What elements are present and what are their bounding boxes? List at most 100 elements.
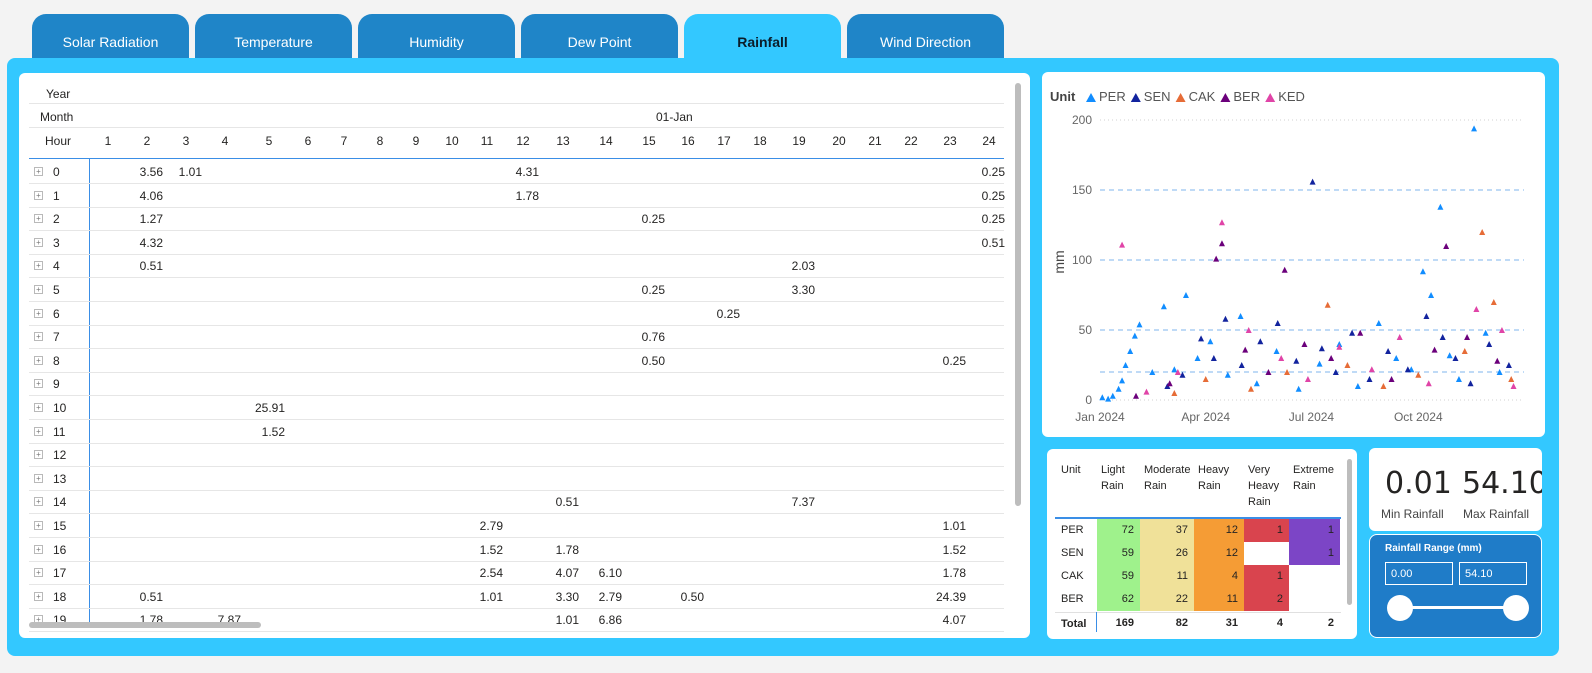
expand-icon[interactable]: + bbox=[34, 237, 43, 247]
y-tick-label: 200 bbox=[1072, 113, 1092, 127]
expand-icon[interactable]: + bbox=[34, 214, 43, 224]
expand-icon[interactable]: + bbox=[34, 473, 43, 483]
expand-icon[interactable]: + bbox=[34, 379, 43, 389]
day-column-header: 6 bbox=[304, 134, 312, 148]
data-point-sen bbox=[1309, 178, 1316, 185]
data-point-per bbox=[1122, 362, 1129, 368]
min-range-input[interactable] bbox=[1385, 562, 1453, 585]
expand-icon[interactable]: + bbox=[34, 568, 43, 578]
vertical-scrollbar[interactable] bbox=[1347, 459, 1352, 605]
matrix-cell: 4.31 bbox=[515, 165, 539, 179]
matrix-cell: 0.50 bbox=[641, 353, 665, 368]
data-point-per bbox=[1446, 352, 1453, 359]
expand-icon[interactable]: + bbox=[34, 521, 43, 530]
expand-icon[interactable]: + bbox=[34, 285, 43, 294]
tab-wind-direction[interactable]: Wind Direction bbox=[847, 14, 1004, 60]
expand-icon[interactable]: + bbox=[34, 426, 43, 436]
data-point-cak bbox=[1490, 299, 1497, 305]
hour-label: 15 bbox=[53, 519, 67, 533]
category-count-cell: 11 bbox=[1140, 565, 1194, 588]
data-point-ber bbox=[1133, 392, 1140, 399]
expand-icon[interactable]: + bbox=[34, 497, 43, 507]
legend-marker-cak-icon bbox=[1175, 93, 1186, 102]
matrix-cell: 1.52 bbox=[479, 542, 503, 557]
slider-track[interactable] bbox=[1400, 606, 1518, 609]
expand-icon[interactable]: + bbox=[34, 167, 43, 176]
tab-humidity[interactable]: Humidity bbox=[358, 14, 515, 60]
expand-icon[interactable]: + bbox=[34, 403, 43, 412]
tab-dew-point[interactable]: Dew Point bbox=[521, 14, 678, 60]
row-divider bbox=[29, 301, 1004, 302]
total-cell: 31 bbox=[1225, 617, 1238, 629]
divider bbox=[29, 127, 1004, 128]
category-count-cell: 1 bbox=[1244, 519, 1289, 542]
expand-icon[interactable]: + bbox=[34, 332, 43, 342]
matrix-cell: 1.78 bbox=[942, 566, 966, 581]
matrix-cell: 2.03 bbox=[791, 259, 815, 274]
data-point-per bbox=[1375, 320, 1382, 326]
rainfall-range-slicer[interactable]: Rainfall Range (mm) bbox=[1369, 534, 1542, 638]
tab-temperature[interactable]: Temperature bbox=[195, 14, 352, 60]
matrix-cell: 1.01 bbox=[942, 519, 966, 533]
data-point-ber bbox=[1494, 357, 1501, 364]
hour-label: 11 bbox=[53, 424, 66, 439]
vertical-scrollbar[interactable] bbox=[1015, 83, 1021, 506]
hour-label: 16 bbox=[53, 542, 67, 557]
unit-label: CAK bbox=[1061, 570, 1084, 582]
expand-icon[interactable]: + bbox=[34, 450, 43, 460]
max-range-input[interactable] bbox=[1459, 562, 1527, 585]
row-divider bbox=[29, 253, 1004, 255]
expand-icon[interactable]: + bbox=[34, 591, 43, 601]
data-point-per bbox=[1253, 380, 1260, 387]
rain-category-table[interactable]: Unit Light Rain Moderate Rain Heavy Rain Ver… bbox=[1047, 449, 1357, 639]
expand-icon[interactable]: + bbox=[34, 544, 43, 554]
x-tick-label: Oct 2024 bbox=[1394, 410, 1443, 424]
month-header: Month bbox=[40, 110, 74, 124]
hour-header: Hour bbox=[45, 134, 72, 148]
legend-label: KED bbox=[1278, 89, 1305, 104]
rainfall-matrix[interactable]: Year Month 01-Jan Hour 1 2 3 4 5 6 7 8 9 10 11 12 13… bbox=[19, 73, 1030, 638]
matrix-cell: 0.25 bbox=[942, 353, 966, 368]
matrix-cell: 0.51 bbox=[139, 589, 163, 604]
row-divider bbox=[29, 442, 1004, 444]
rainfall-scatter-chart[interactable]: Unit PER SEN CAK BER KED 0 50 100 150 200 mm Jan 202… bbox=[1042, 72, 1545, 437]
max-slider-handle[interactable] bbox=[1503, 595, 1529, 621]
data-point-ked bbox=[1143, 388, 1150, 395]
column-header: Heavy Rain bbox=[1198, 464, 1230, 492]
column-header: Extreme Rain bbox=[1293, 464, 1334, 492]
max-rainfall-label: Max Rainfall bbox=[1463, 507, 1530, 521]
row-divider bbox=[29, 348, 1004, 350]
legend-marker-ber-icon bbox=[1220, 93, 1231, 102]
category-count-cell bbox=[1244, 542, 1289, 565]
total-cell: 2 bbox=[1327, 617, 1334, 629]
expand-icon[interactable]: + bbox=[34, 261, 43, 271]
matrix-cell: 4.06 bbox=[139, 188, 163, 203]
row-divider bbox=[29, 277, 1004, 279]
matrix-cell: 25.91 bbox=[254, 401, 285, 415]
data-point-ber bbox=[1431, 346, 1438, 353]
day-column-header: 18 bbox=[753, 134, 767, 148]
day-column-header: 22 bbox=[904, 134, 918, 148]
hour-label: 3 bbox=[53, 235, 60, 250]
min-rainfall-label: Min Rainfall bbox=[1381, 507, 1444, 521]
hour-label: 10 bbox=[53, 401, 67, 415]
tab-rainfall[interactable]: Rainfall bbox=[684, 14, 841, 60]
expand-icon[interactable]: + bbox=[34, 190, 43, 200]
row-divider bbox=[29, 489, 1004, 491]
day-column-header: 8 bbox=[376, 134, 384, 148]
tab-solar-radiation[interactable]: Solar Radiation bbox=[32, 14, 189, 60]
column-header: Light Rain bbox=[1101, 464, 1125, 492]
expand-icon[interactable]: + bbox=[34, 355, 43, 365]
row-divider bbox=[29, 584, 1004, 586]
day-column-header: 20 bbox=[832, 134, 846, 148]
min-slider-handle[interactable] bbox=[1387, 595, 1413, 621]
data-point-sen bbox=[1257, 338, 1264, 345]
total-label: Total bbox=[1061, 618, 1087, 630]
data-point-sen bbox=[1210, 355, 1217, 361]
category-count-cell bbox=[1289, 565, 1340, 588]
data-point-per bbox=[1099, 394, 1106, 401]
horizontal-scrollbar[interactable] bbox=[29, 622, 261, 628]
expand-icon[interactable]: + bbox=[34, 308, 43, 318]
data-point-sen bbox=[1467, 380, 1474, 387]
category-count-cell: 1 bbox=[1244, 565, 1289, 588]
